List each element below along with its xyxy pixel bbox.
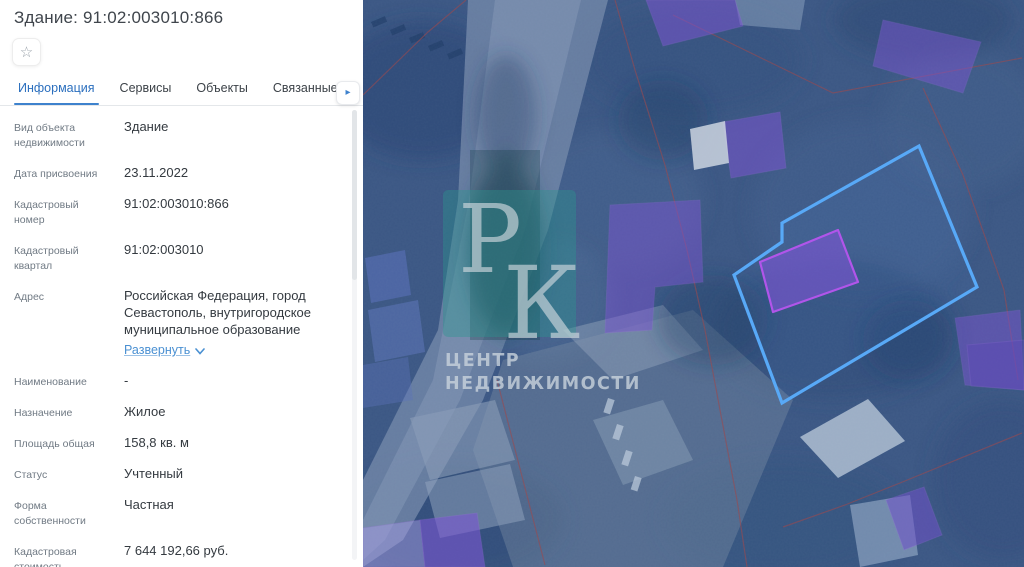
field-object-type: Вид объекта недвижимости Здание: [14, 118, 346, 151]
page-title: Здание: 91:02:003010:866: [14, 8, 344, 28]
field-value: Здание: [124, 118, 346, 135]
tab-bar: Информация Сервисы Объекты Связанные ЗУ …: [0, 81, 363, 106]
building-overlay[interactable]: [967, 340, 1024, 390]
field-label: Статус: [14, 465, 110, 483]
field-value: 91:02:003010: [124, 241, 346, 258]
watermark-caption-line2: НЕДВИЖИМОСТИ: [445, 374, 641, 394]
field-cadastral-value: Кадастровая стоимость 7 644 192,66 руб.: [14, 542, 346, 567]
tab-objects[interactable]: Объекты: [196, 81, 248, 105]
field-label: Кадастровая стоимость: [14, 542, 110, 567]
tab-services[interactable]: Сервисы: [120, 81, 172, 105]
field-ownership-form: Форма собственности Частная: [14, 496, 346, 529]
field-value: 7 644 192,66 руб.: [124, 542, 346, 559]
tab-information[interactable]: Информация: [18, 81, 95, 105]
field-value: Жилое: [124, 403, 346, 420]
panel-scrollbar[interactable]: [352, 110, 357, 560]
field-label: Назначение: [14, 403, 110, 421]
favorite-button[interactable]: ☆: [12, 38, 41, 66]
field-value: Частная: [124, 496, 346, 513]
field-value: 23.11.2022: [124, 164, 346, 181]
expand-link-label: Развернуть: [124, 342, 190, 359]
unregistered-roof: [690, 121, 729, 170]
field-address: Адрес Российская Федерация, город Севаст…: [14, 287, 346, 359]
field-total-area: Площадь общая 158,8 кв. м: [14, 434, 346, 452]
chevron-right-icon: ▸: [345, 88, 350, 98]
address-text: Российская Федерация, город Севастополь,…: [124, 288, 311, 337]
field-value: 91:02:003010:866: [124, 195, 346, 212]
object-info-panel: Здание: 91:02:003010:866 ☆ Информация Се…: [0, 0, 363, 567]
field-label: Площадь общая: [14, 434, 110, 452]
field-assign-date: Дата присвоения 23.11.2022: [14, 164, 346, 182]
chevron-down-icon: [195, 348, 205, 355]
field-label: Кадастровый номер: [14, 195, 110, 228]
watermark-caption-line1: ЦЕНТР: [445, 351, 520, 371]
field-label: Вид объекта недвижимости: [14, 118, 110, 151]
address-expand-link[interactable]: Развернуть: [124, 342, 205, 359]
tabs-scroll-right-button[interactable]: ▸: [336, 81, 360, 105]
building-overlay[interactable]: [723, 112, 786, 178]
field-cadastral-block: Кадастровый квартал 91:02:003010: [14, 241, 346, 274]
field-label: Адрес: [14, 287, 110, 305]
field-value: 158,8 кв. м: [124, 434, 346, 451]
field-name: Наименование -: [14, 372, 346, 390]
field-status: Статус Учтенный: [14, 465, 346, 483]
field-label: Форма собственности: [14, 496, 110, 529]
field-value: Учтенный: [124, 465, 346, 482]
building-overlay[interactable]: [420, 513, 485, 567]
scrollbar-thumb[interactable]: [352, 110, 357, 280]
cadastral-map[interactable]: Р К ЦЕНТР НЕДВИЖИМОСТИ: [363, 0, 1024, 567]
field-label: Дата присвоения: [14, 164, 110, 182]
star-icon: ☆: [20, 45, 33, 60]
building-overlay[interactable]: [363, 520, 425, 567]
watermark-logo-k: К: [503, 245, 580, 362]
field-value: Российская Федерация, город Севастополь,…: [124, 287, 346, 359]
field-cadastral-number: Кадастровый номер 91:02:003010:866: [14, 195, 346, 228]
field-value: -: [124, 372, 346, 389]
app-window: Здание: 91:02:003010:866 ☆ Информация Се…: [0, 0, 1024, 567]
field-label: Кадастровый квартал: [14, 241, 110, 274]
field-purpose: Назначение Жилое: [14, 403, 346, 421]
attribute-list: Вид объекта недвижимости Здание Дата при…: [14, 118, 346, 567]
field-label: Наименование: [14, 372, 110, 390]
